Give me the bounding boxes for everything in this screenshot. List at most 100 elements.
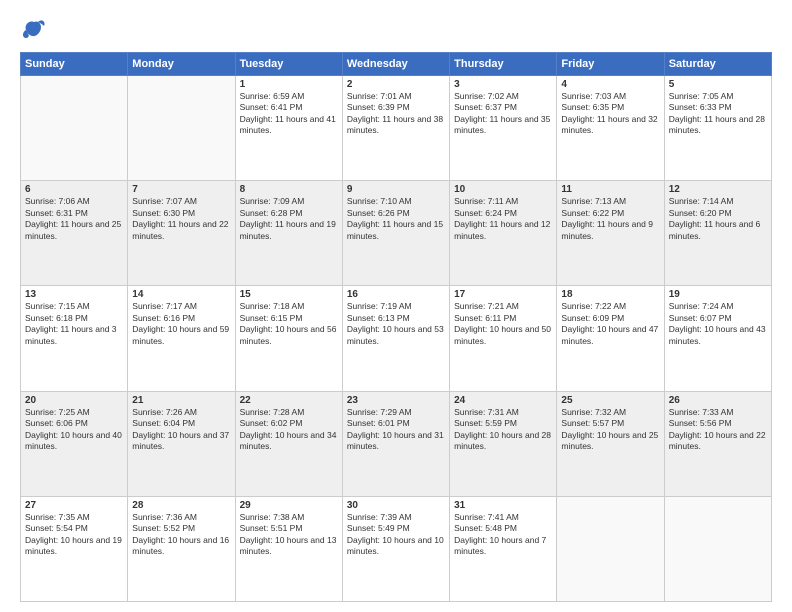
day-number: 21 [132,395,230,406]
logo-icon [20,16,48,44]
day-number: 8 [240,184,338,195]
day-number: 14 [132,289,230,300]
cell-content: Sunrise: 7:03 AMSunset: 6:35 PMDaylight:… [561,91,659,137]
day-header-thursday: Thursday [450,53,557,76]
calendar-cell: 30Sunrise: 7:39 AMSunset: 5:49 PMDayligh… [342,496,449,601]
calendar-week-row: 20Sunrise: 7:25 AMSunset: 6:06 PMDayligh… [21,391,772,496]
cell-content: Sunrise: 7:09 AMSunset: 6:28 PMDaylight:… [240,196,338,242]
cell-content: Sunrise: 7:13 AMSunset: 6:22 PMDaylight:… [561,196,659,242]
calendar-cell [664,496,771,601]
day-header-monday: Monday [128,53,235,76]
header [20,16,772,44]
day-number: 29 [240,500,338,511]
cell-content: Sunrise: 7:25 AMSunset: 6:06 PMDaylight:… [25,407,123,453]
cell-content: Sunrise: 7:14 AMSunset: 6:20 PMDaylight:… [669,196,767,242]
day-number: 16 [347,289,445,300]
cell-content: Sunrise: 6:59 AMSunset: 6:41 PMDaylight:… [240,91,338,137]
cell-content: Sunrise: 7:28 AMSunset: 6:02 PMDaylight:… [240,407,338,453]
day-number: 20 [25,395,123,406]
calendar-cell: 5Sunrise: 7:05 AMSunset: 6:33 PMDaylight… [664,76,771,181]
cell-content: Sunrise: 7:10 AMSunset: 6:26 PMDaylight:… [347,196,445,242]
page: SundayMondayTuesdayWednesdayThursdayFrid… [0,0,792,612]
cell-content: Sunrise: 7:18 AMSunset: 6:15 PMDaylight:… [240,301,338,347]
day-number: 10 [454,184,552,195]
calendar-cell [557,496,664,601]
cell-content: Sunrise: 7:38 AMSunset: 5:51 PMDaylight:… [240,512,338,558]
calendar-cell: 13Sunrise: 7:15 AMSunset: 6:18 PMDayligh… [21,286,128,391]
cell-content: Sunrise: 7:01 AMSunset: 6:39 PMDaylight:… [347,91,445,137]
calendar-cell: 26Sunrise: 7:33 AMSunset: 5:56 PMDayligh… [664,391,771,496]
calendar-cell [128,76,235,181]
cell-content: Sunrise: 7:29 AMSunset: 6:01 PMDaylight:… [347,407,445,453]
cell-content: Sunrise: 7:02 AMSunset: 6:37 PMDaylight:… [454,91,552,137]
day-number: 31 [454,500,552,511]
calendar-cell: 29Sunrise: 7:38 AMSunset: 5:51 PMDayligh… [235,496,342,601]
cell-content: Sunrise: 7:24 AMSunset: 6:07 PMDaylight:… [669,301,767,347]
calendar-cell: 18Sunrise: 7:22 AMSunset: 6:09 PMDayligh… [557,286,664,391]
cell-content: Sunrise: 7:11 AMSunset: 6:24 PMDaylight:… [454,196,552,242]
cell-content: Sunrise: 7:19 AMSunset: 6:13 PMDaylight:… [347,301,445,347]
day-header-wednesday: Wednesday [342,53,449,76]
calendar-cell: 23Sunrise: 7:29 AMSunset: 6:01 PMDayligh… [342,391,449,496]
day-number: 3 [454,79,552,90]
calendar-week-row: 6Sunrise: 7:06 AMSunset: 6:31 PMDaylight… [21,181,772,286]
cell-content: Sunrise: 7:41 AMSunset: 5:48 PMDaylight:… [454,512,552,558]
calendar-cell: 19Sunrise: 7:24 AMSunset: 6:07 PMDayligh… [664,286,771,391]
cell-content: Sunrise: 7:21 AMSunset: 6:11 PMDaylight:… [454,301,552,347]
day-number: 30 [347,500,445,511]
day-number: 11 [561,184,659,195]
calendar-week-row: 1Sunrise: 6:59 AMSunset: 6:41 PMDaylight… [21,76,772,181]
logo [20,16,52,44]
cell-content: Sunrise: 7:39 AMSunset: 5:49 PMDaylight:… [347,512,445,558]
cell-content: Sunrise: 7:26 AMSunset: 6:04 PMDaylight:… [132,407,230,453]
calendar-cell [21,76,128,181]
cell-content: Sunrise: 7:32 AMSunset: 5:57 PMDaylight:… [561,407,659,453]
day-number: 12 [669,184,767,195]
calendar-cell: 8Sunrise: 7:09 AMSunset: 6:28 PMDaylight… [235,181,342,286]
calendar-cell: 12Sunrise: 7:14 AMSunset: 6:20 PMDayligh… [664,181,771,286]
cell-content: Sunrise: 7:05 AMSunset: 6:33 PMDaylight:… [669,91,767,137]
calendar-week-row: 13Sunrise: 7:15 AMSunset: 6:18 PMDayligh… [21,286,772,391]
cell-content: Sunrise: 7:33 AMSunset: 5:56 PMDaylight:… [669,407,767,453]
day-number: 22 [240,395,338,406]
calendar-cell: 27Sunrise: 7:35 AMSunset: 5:54 PMDayligh… [21,496,128,601]
calendar-cell: 15Sunrise: 7:18 AMSunset: 6:15 PMDayligh… [235,286,342,391]
day-number: 26 [669,395,767,406]
day-number: 19 [669,289,767,300]
day-number: 15 [240,289,338,300]
calendar-cell: 1Sunrise: 6:59 AMSunset: 6:41 PMDaylight… [235,76,342,181]
day-header-sunday: Sunday [21,53,128,76]
calendar-cell: 11Sunrise: 7:13 AMSunset: 6:22 PMDayligh… [557,181,664,286]
day-number: 9 [347,184,445,195]
calendar-cell: 24Sunrise: 7:31 AMSunset: 5:59 PMDayligh… [450,391,557,496]
day-number: 28 [132,500,230,511]
cell-content: Sunrise: 7:22 AMSunset: 6:09 PMDaylight:… [561,301,659,347]
day-header-tuesday: Tuesday [235,53,342,76]
calendar-cell: 31Sunrise: 7:41 AMSunset: 5:48 PMDayligh… [450,496,557,601]
day-number: 1 [240,79,338,90]
calendar-cell: 14Sunrise: 7:17 AMSunset: 6:16 PMDayligh… [128,286,235,391]
day-number: 25 [561,395,659,406]
calendar-cell: 10Sunrise: 7:11 AMSunset: 6:24 PMDayligh… [450,181,557,286]
day-number: 23 [347,395,445,406]
calendar-header-row: SundayMondayTuesdayWednesdayThursdayFrid… [21,53,772,76]
day-number: 18 [561,289,659,300]
day-number: 6 [25,184,123,195]
day-number: 17 [454,289,552,300]
calendar-cell: 22Sunrise: 7:28 AMSunset: 6:02 PMDayligh… [235,391,342,496]
calendar-cell: 9Sunrise: 7:10 AMSunset: 6:26 PMDaylight… [342,181,449,286]
calendar-week-row: 27Sunrise: 7:35 AMSunset: 5:54 PMDayligh… [21,496,772,601]
day-header-friday: Friday [557,53,664,76]
day-number: 2 [347,79,445,90]
calendar-table: SundayMondayTuesdayWednesdayThursdayFrid… [20,52,772,602]
day-header-saturday: Saturday [664,53,771,76]
calendar-cell: 20Sunrise: 7:25 AMSunset: 6:06 PMDayligh… [21,391,128,496]
calendar-cell: 21Sunrise: 7:26 AMSunset: 6:04 PMDayligh… [128,391,235,496]
calendar-cell: 4Sunrise: 7:03 AMSunset: 6:35 PMDaylight… [557,76,664,181]
day-number: 27 [25,500,123,511]
cell-content: Sunrise: 7:31 AMSunset: 5:59 PMDaylight:… [454,407,552,453]
calendar-cell: 7Sunrise: 7:07 AMSunset: 6:30 PMDaylight… [128,181,235,286]
calendar-cell: 3Sunrise: 7:02 AMSunset: 6:37 PMDaylight… [450,76,557,181]
cell-content: Sunrise: 7:07 AMSunset: 6:30 PMDaylight:… [132,196,230,242]
day-number: 4 [561,79,659,90]
